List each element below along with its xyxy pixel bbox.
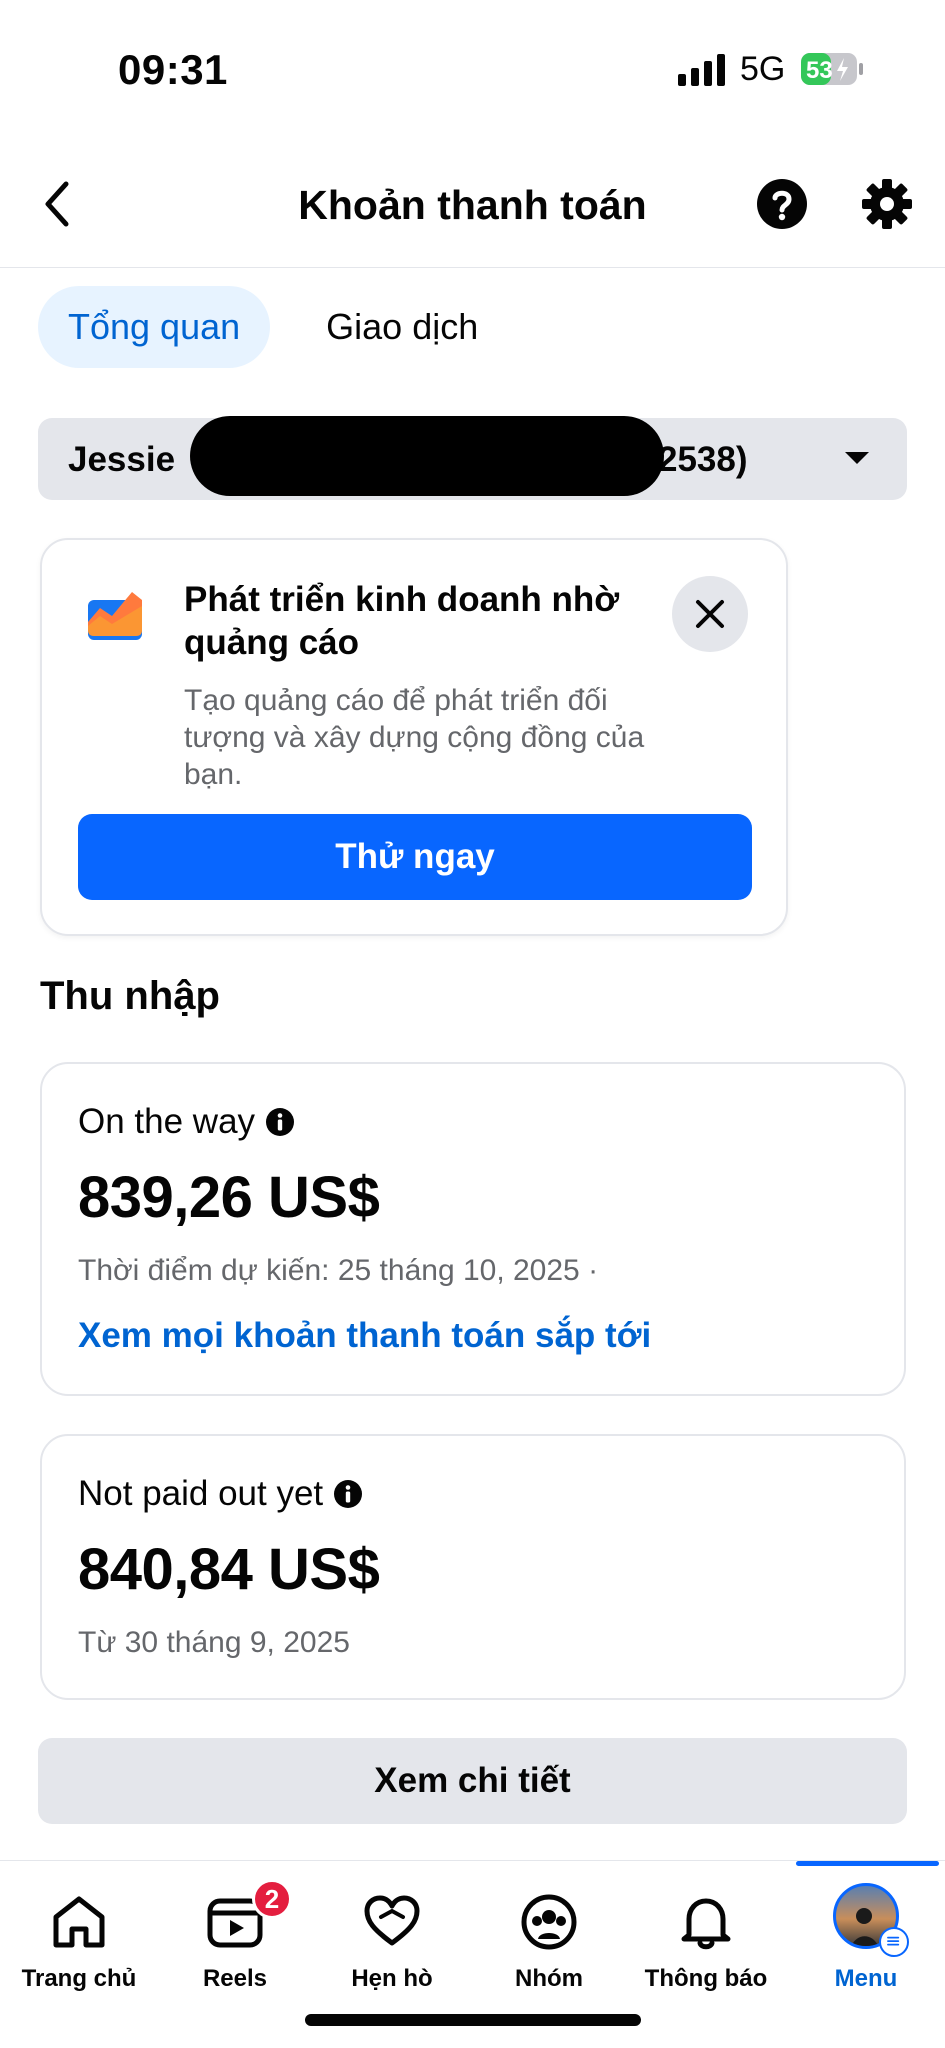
redaction-mark [190, 416, 664, 496]
upcoming-payments-link[interactable]: Xem mọi khoản thanh toán sắp tới [78, 1316, 651, 1356]
home-icon [53, 1896, 105, 1948]
caret-down-icon [845, 452, 869, 464]
not-paid-label: Not paid out yet [78, 1474, 324, 1513]
ads-chart-icon [88, 592, 142, 640]
gear-icon[interactable] [861, 178, 913, 230]
not-paid-card: Not paid out yet 840,84 US$ Từ 30 tháng … [40, 1434, 906, 1700]
close-icon [696, 600, 724, 628]
groups-icon [521, 1894, 577, 1950]
tab-overview[interactable]: Tổng quan [38, 286, 271, 368]
account-id-suffix: 2538) [658, 440, 748, 479]
reels-badge: 2 [252, 1879, 292, 1919]
not-paid-label-row: Not paid out yet [78, 1474, 363, 1514]
info-icon[interactable] [333, 1479, 363, 1509]
tab-transactions[interactable]: Giao dịch [296, 286, 508, 368]
promo-description: Tạo quảng cáo để phát triển đối tượng và… [184, 684, 645, 791]
help-icon[interactable] [756, 178, 808, 230]
promo-card: Phát triển kinh doanh nhờ quảng cáo Tạo … [40, 538, 788, 936]
nav-item-home[interactable]: Trang chủ [0, 1861, 158, 2011]
info-icon[interactable] [265, 1107, 295, 1137]
bell-icon [681, 1898, 731, 1950]
on-the-way-card: On the way 839,26 US$ Thời điểm dự kiến:… [40, 1062, 906, 1396]
income-section-title: Thu nhập [40, 974, 220, 1018]
nav-label-home: Trang chủ [21, 1965, 137, 1992]
on-the-way-label-row: On the way [78, 1102, 295, 1142]
on-the-way-amount: 839,26 US$ [78, 1165, 380, 1230]
not-paid-amount: 840,84 US$ [78, 1537, 380, 1602]
nav-item-groups[interactable]: Nhóm [470, 1861, 628, 2011]
not-paid-since: Từ 30 tháng 9, 2025 [78, 1626, 350, 1659]
nav-label-reels: Reels [202, 1965, 268, 1992]
promo-title: Phát triển kinh doanh nhờ quảng cáo [184, 580, 620, 662]
signal-icon [678, 54, 725, 86]
battery-icon: 53 [801, 53, 863, 85]
status-time: 09:31 [118, 46, 228, 93]
tab-bar: Tổng quan Giao dịch [38, 286, 508, 368]
nav-label-notifications: Thông báo [644, 1965, 768, 1992]
page-header: Khoản thanh toán [0, 140, 945, 268]
expected-date: Thời điểm dự kiến: 25 tháng 10, 2025 · [78, 1254, 599, 1287]
battery-level: 53 [806, 57, 833, 84]
account-selector[interactable]: Jessie 2538) [38, 416, 907, 500]
status-bar: 09:31 5G 53 [0, 0, 945, 140]
on-the-way-label: On the way [78, 1102, 256, 1141]
nav-label-menu: Menu [834, 1965, 898, 1992]
nav-item-menu[interactable]: Menu [787, 1861, 945, 2011]
close-button[interactable] [672, 576, 748, 652]
menu-lines-icon [879, 1927, 909, 1957]
heart-icon [364, 1895, 420, 1946]
try-now-button[interactable]: Thử ngay [78, 814, 752, 900]
nav-label-dating: Hẹn hò [351, 1965, 433, 1992]
nav-item-notifications[interactable]: Thông báo [627, 1861, 785, 2011]
nav-item-dating[interactable]: Hẹn hò [313, 1861, 471, 2011]
network-label: 5G [740, 50, 786, 88]
home-indicator [305, 2014, 641, 2026]
account-name: Jessie [68, 440, 176, 479]
nav-item-reels[interactable]: 2 Reels [156, 1861, 314, 2011]
view-details-button[interactable]: Xem chi tiết [38, 1738, 907, 1824]
nav-label-groups: Nhóm [515, 1965, 583, 1992]
